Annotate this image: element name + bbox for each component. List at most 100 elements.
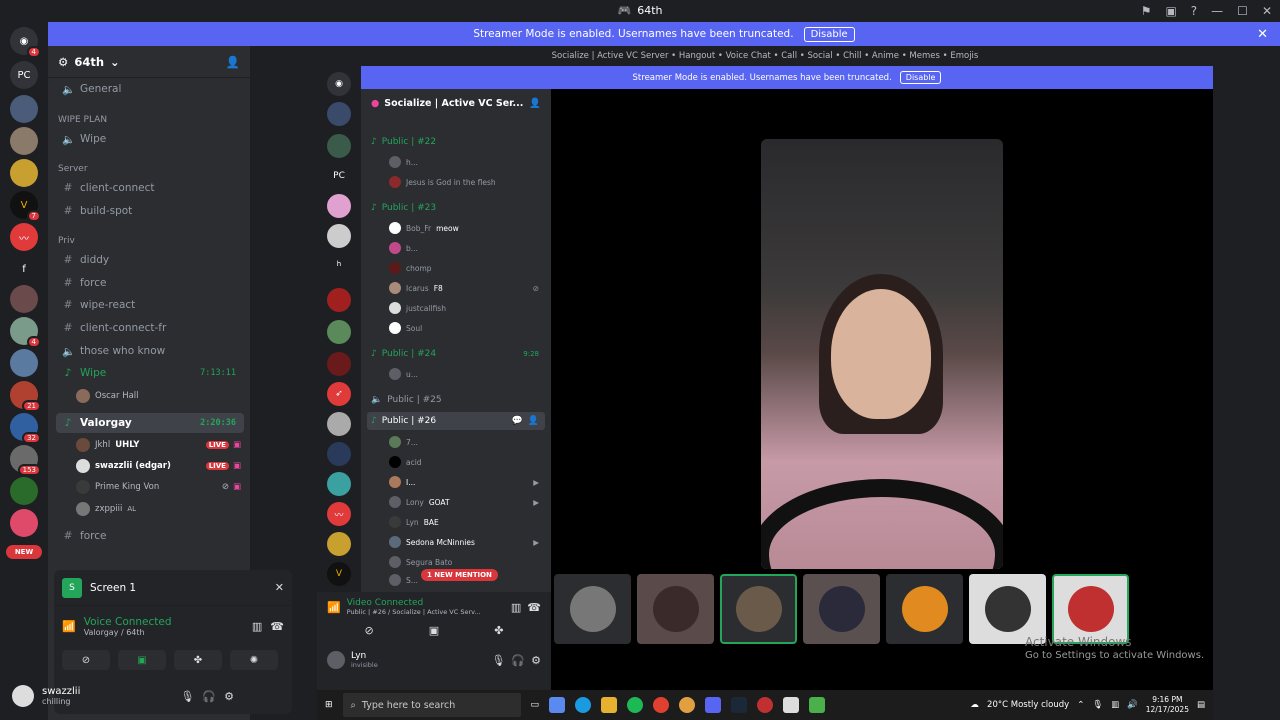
mic-tray-icon[interactable]: 🎙 bbox=[1092, 700, 1103, 710]
voice-channel-23[interactable]: ♪ Public | #23 bbox=[367, 199, 545, 217]
settings-icon[interactable]: ⚙ bbox=[531, 654, 541, 667]
add-member-icon[interactable]: 👤 bbox=[528, 416, 539, 426]
category-wipe-plan[interactable]: WIPE PLAN bbox=[58, 115, 107, 125]
task-view-icon[interactable]: ▭ bbox=[531, 700, 540, 710]
video-location[interactable]: Public | #26 / Socialize | Active VC Ser… bbox=[347, 608, 481, 616]
voice-user[interactable]: Soul bbox=[389, 319, 539, 337]
help-icon[interactable]: ? bbox=[1191, 4, 1197, 18]
disable-button[interactable]: Disable bbox=[803, 26, 855, 42]
maximize-icon[interactable]: ☐ bbox=[1237, 4, 1248, 18]
guild-avatar[interactable] bbox=[327, 472, 351, 496]
voice-user[interactable]: justcallfish bbox=[389, 299, 539, 317]
activities-button[interactable]: ✤ bbox=[174, 650, 222, 670]
channel-those-who-know[interactable]: 🔈 those who know bbox=[56, 341, 244, 361]
mic-icon[interactable]: 🎙 bbox=[180, 690, 194, 703]
voice-user[interactable]: zxppiii AL bbox=[76, 499, 241, 519]
guild-avatar[interactable]: V bbox=[327, 562, 351, 586]
inbox-icon[interactable]: ⚑ bbox=[1141, 4, 1152, 18]
guild-avatar[interactable] bbox=[327, 194, 351, 218]
participant-video[interactable] bbox=[803, 574, 880, 644]
app-icon[interactable] bbox=[757, 697, 774, 713]
discord-home-icon[interactable]: ◉ bbox=[327, 72, 351, 96]
mic-icon[interactable]: 🎙 bbox=[491, 654, 505, 667]
guild-pc[interactable]: PC bbox=[327, 164, 351, 188]
noise-suppression-icon[interactable]: ▥ bbox=[511, 601, 521, 614]
participant-tile[interactable] bbox=[1052, 574, 1129, 644]
guild-avatar[interactable] bbox=[10, 95, 38, 123]
app-icon[interactable] bbox=[679, 697, 696, 713]
participant-tile[interactable] bbox=[969, 574, 1046, 644]
screen-share-icon[interactable]: ▣ bbox=[429, 624, 439, 637]
guild-f[interactable]: f bbox=[10, 255, 38, 283]
guild-avatar[interactable] bbox=[327, 532, 351, 556]
guild-avatar[interactable]: 32 bbox=[10, 413, 41, 444]
guild-avatar[interactable] bbox=[10, 349, 38, 377]
guild-avatar[interactable] bbox=[10, 285, 38, 313]
voice-status[interactable]: Voice Connected bbox=[84, 616, 172, 628]
channel-client-connect-fr[interactable]: # client-connect-fr bbox=[56, 318, 244, 338]
guild-pc[interactable]: PC bbox=[10, 61, 38, 89]
guild-avatar[interactable] bbox=[10, 509, 38, 537]
guild-avatar[interactable] bbox=[10, 127, 38, 155]
voice-location[interactable]: Valorgay / 64th bbox=[84, 628, 172, 637]
stop-share-icon[interactable]: ✕ bbox=[275, 581, 284, 594]
avatar[interactable] bbox=[12, 685, 34, 707]
add-member-icon[interactable]: 👤 bbox=[226, 55, 240, 69]
clock[interactable]: 9:16 PM 12/17/2025 bbox=[1146, 695, 1189, 715]
participant-tile[interactable] bbox=[554, 574, 631, 644]
pulse-icon[interactable]: 〰 bbox=[327, 502, 351, 526]
voice-user[interactable]: I... ▶ bbox=[389, 473, 539, 491]
voice-user[interactable]: u... bbox=[389, 365, 539, 383]
chrome-icon[interactable] bbox=[653, 697, 670, 713]
soundboard-button[interactable]: ✺ bbox=[230, 650, 278, 670]
channel-force[interactable]: # force bbox=[56, 273, 244, 293]
disconnect-icon[interactable]: ☎ bbox=[270, 620, 284, 633]
screen-share-button[interactable]: ▣ bbox=[118, 650, 166, 670]
guild-avatar[interactable] bbox=[327, 288, 351, 312]
taskbar-search[interactable]: ⌕ Type here to search bbox=[342, 693, 521, 717]
channel-wipe[interactable]: 🔈 Wipe bbox=[56, 129, 244, 149]
guild-avatar[interactable]: 153 bbox=[10, 445, 41, 476]
guild-avatar[interactable] bbox=[327, 224, 351, 248]
guild-avatar[interactable] bbox=[10, 477, 38, 505]
network-icon[interactable]: ▥ bbox=[1111, 700, 1119, 710]
guild-avatar[interactable] bbox=[327, 320, 351, 344]
voice-user[interactable]: Icarus F8 ⊘ bbox=[389, 279, 539, 297]
voice-user[interactable]: h... bbox=[389, 153, 539, 171]
guild-avatar[interactable] bbox=[327, 412, 351, 436]
new-mention-pill[interactable]: 1 NEW MENTION bbox=[421, 569, 498, 581]
guild-avatar[interactable]: V7 bbox=[10, 191, 41, 222]
notifications-icon[interactable]: ▤ bbox=[1197, 700, 1205, 710]
guild-h[interactable]: h bbox=[327, 252, 351, 276]
app-icon[interactable] bbox=[783, 697, 800, 713]
weather-icon[interactable]: ☁ bbox=[971, 700, 980, 710]
guild-avatar[interactable] bbox=[327, 134, 351, 158]
voice-channel-25[interactable]: 🔈 Public | #25 bbox=[367, 391, 545, 409]
voice-user[interactable]: Bob_Fr meow bbox=[389, 219, 539, 237]
category-priv[interactable]: Priv bbox=[58, 236, 75, 246]
chat-icon[interactable]: 💬 bbox=[512, 416, 523, 426]
guild-avatar[interactable]: 4 bbox=[10, 317, 41, 348]
new-badge[interactable]: NEW bbox=[6, 545, 42, 559]
main-video-feed[interactable] bbox=[761, 139, 1003, 569]
windows-start-icon[interactable]: ⊞ bbox=[325, 700, 333, 710]
steam-icon[interactable] bbox=[731, 697, 748, 713]
spotify-icon[interactable] bbox=[627, 697, 644, 713]
file-explorer-icon[interactable] bbox=[601, 697, 618, 713]
channel-force-2[interactable]: # force bbox=[56, 526, 244, 546]
activities-icon[interactable]: ✤ bbox=[494, 624, 503, 637]
disable-button[interactable]: Disable bbox=[899, 71, 942, 84]
voice-user[interactable]: chomp bbox=[389, 259, 539, 277]
voice-user[interactable]: b... bbox=[389, 239, 539, 257]
voice-user[interactable]: acid bbox=[389, 453, 539, 471]
discord-icon[interactable] bbox=[705, 697, 722, 713]
voice-user[interactable]: Lyn BAE bbox=[389, 513, 539, 531]
voice-user[interactable]: swazzlii (edgar) LIVE ▣ bbox=[76, 456, 241, 476]
minimize-icon[interactable]: — bbox=[1211, 4, 1223, 18]
screen-icon[interactable]: ▣ bbox=[1165, 4, 1176, 18]
guild-avatar[interactable]: 21 bbox=[10, 381, 41, 412]
video-status[interactable]: Video Connected bbox=[347, 598, 481, 608]
voice-channel-valorgay[interactable]: ♪ Valorgay 2:20:36 bbox=[56, 413, 244, 433]
voice-user[interactable]: Lony GOAT ▶ bbox=[389, 493, 539, 511]
voice-user[interactable]: 7... bbox=[389, 433, 539, 451]
